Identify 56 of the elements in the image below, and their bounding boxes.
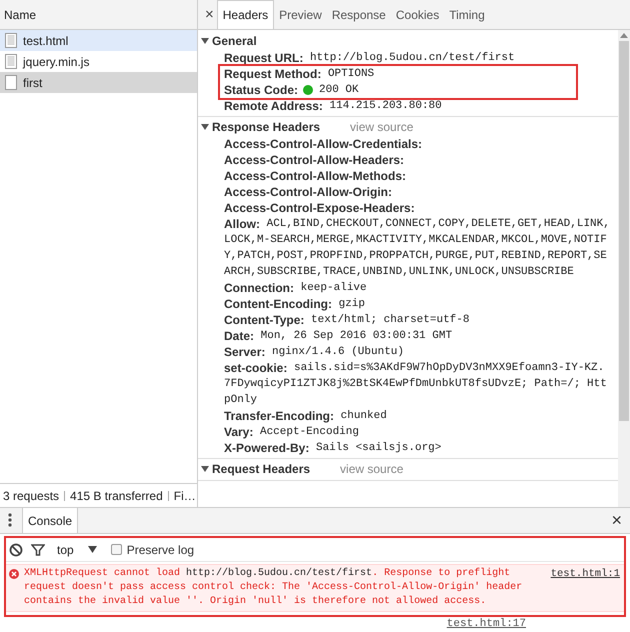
expand-triangle-icon[interactable] [201,464,209,472]
expand-triangle-icon[interactable] [201,122,209,130]
status-text: Fi… [174,488,196,504]
column-header[interactable]: Name [4,6,36,24]
view-source-link[interactable]: view source [340,460,404,478]
file-icon [5,75,17,90]
header-line: Connection: keep-alive [224,280,367,296]
section-title[interactable]: Request Headers [212,460,310,478]
error-message: XMLHttpRequest cannot load http://blog.5udou.cn/test/first. Response to preflight request doesn't pass access control check: The 'Access-Control-Allow-Origin' header contains the invalid value ''. Origin 'null' is therefore not allowed access. [24,567,524,609]
tab[interactable]: Response [326,0,391,29]
close-button[interactable]: × [202,1,217,29]
request-row[interactable]: test.html [0,30,197,51]
header-line: Transfer-Encoding: chunked [224,408,387,424]
checkbox-label: Preserve log [126,542,194,558]
header-line: Access-Control-Expose-Headers: [224,200,415,216]
scrollbar[interactable] [618,30,630,507]
header-line: Vary: Accept-Encoding [224,424,359,440]
header-line: Access-Control-Allow-Credentials: [224,136,422,152]
view-source-link[interactable]: view source [350,118,414,136]
filter-icon[interactable] [31,542,45,556]
header-line: Server: nginx/1.4.6 (Ubuntu) [224,344,404,360]
error-icon [9,569,19,579]
checkbox[interactable] [110,544,122,555]
request-row[interactable]: first [0,72,197,93]
file-icon [5,33,17,48]
source-link[interactable]: test.html:17 [446,617,526,631]
header-line: Request URL: http://blog.5udou.cn/test/first [224,50,515,66]
header-line: Request Method: OPTIONS [224,66,374,82]
expand-triangle-icon[interactable] [201,36,209,44]
header-line: Access-Control-Allow-Methods: [224,168,406,184]
tab[interactable]: Cookies [390,0,444,29]
header-line: Remote Address: 114.215.203.80:80 [224,98,442,114]
more-options-icon[interactable] [8,513,12,527]
drawer-tab[interactable]: Console [22,507,78,533]
section-title[interactable]: Response Headers [212,118,320,136]
tab[interactable]: Preview [274,0,327,29]
header-line: Access-Control-Allow-Origin: [224,184,392,200]
header-line: Date: Mon, 26 Sep 2016 03:00:31 GMT [224,328,452,344]
close-button[interactable]: × [603,507,630,533]
tab[interactable]: Timing [444,0,490,29]
dropdown-arrow-icon[interactable] [88,546,97,553]
header-name: Status Code: [224,82,298,98]
header-line: Access-Control-Allow-Headers: [224,152,404,168]
tab[interactable]: Headers [216,0,274,29]
status-text: 415 B transferred [70,488,163,504]
scroll-up-arrow-icon[interactable] [620,33,628,38]
header-line: Content-Encoding: gzip [224,296,365,312]
header-line: Content-Type: text/html; charset=utf-8 [224,312,470,328]
file-icon [5,54,17,69]
header-line: X-Powered-By: Sails <sailsjs.org> [224,440,442,456]
source-link[interactable]: test.html:1 [550,567,620,581]
header-value: 200 OK [319,82,359,98]
status-text: 3 requests [3,488,60,504]
section-title[interactable]: General [212,32,257,50]
clear-icon[interactable] [9,542,23,556]
context-select[interactable]: top [53,540,97,558]
